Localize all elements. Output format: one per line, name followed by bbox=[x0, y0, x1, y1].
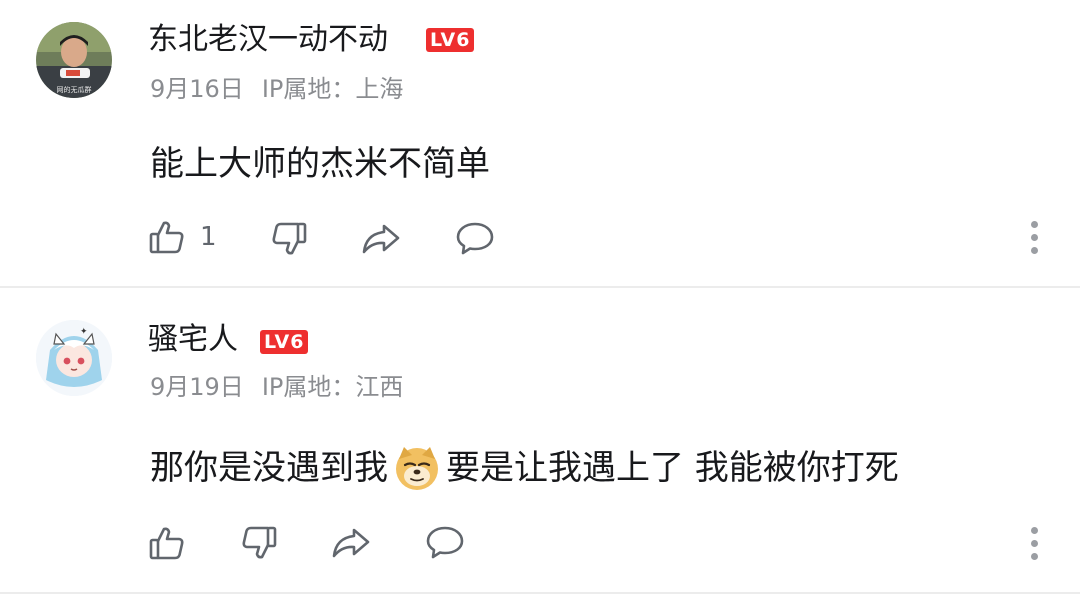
comment-meta: 9月16日 IP属地：上海 bbox=[150, 74, 421, 104]
comment-text: 能上大师的杰米不简单 bbox=[150, 144, 490, 184]
more-vertical-icon[interactable] bbox=[1028, 221, 1040, 261]
thumbs-up-icon bbox=[149, 527, 184, 560]
ip-location: IP属地：上海 bbox=[261, 75, 404, 103]
thumbs-down-icon bbox=[242, 526, 277, 559]
thumbs-up-icon bbox=[149, 221, 184, 254]
ip-location: IP属地：江西 bbox=[261, 373, 404, 401]
comment-date: 9月19日 bbox=[150, 373, 244, 401]
reply-button[interactable] bbox=[454, 220, 496, 260]
comment-item: ✦ 骚宅人 LV6 9月19日 IP属地：江西 那你是没遇到我 要是让我遇上了 我… bbox=[0, 300, 1080, 588]
svg-text:网的无瓜群: 网的无瓜群 bbox=[57, 85, 92, 94]
divider bbox=[0, 592, 1080, 594]
avatar[interactable]: ✦ bbox=[36, 320, 112, 396]
reply-button[interactable] bbox=[424, 524, 466, 564]
dislike-button[interactable] bbox=[240, 524, 278, 562]
thumbs-down-icon bbox=[272, 222, 307, 255]
svg-text:✦: ✦ bbox=[80, 327, 88, 337]
comment-item: 网的无瓜群 东北老汉一动不动 LV6 9月16日 IP属地：上海 能上大师的杰米不… bbox=[0, 0, 1080, 288]
doge-emoji bbox=[394, 445, 440, 491]
username[interactable]: 骚宅人 bbox=[148, 322, 238, 358]
share-button[interactable] bbox=[360, 220, 402, 258]
share-icon bbox=[362, 224, 400, 254]
comment-date: 9月16日 bbox=[150, 75, 244, 103]
like-button[interactable]: 1 bbox=[148, 218, 217, 256]
comment-bubble-icon bbox=[426, 526, 464, 559]
like-button[interactable] bbox=[148, 524, 186, 562]
divider bbox=[0, 286, 1080, 288]
level-badge: LV6 bbox=[426, 28, 475, 52]
comment-text: 那你是没遇到我 要是让我遇上了 我能被你打死 bbox=[150, 446, 899, 493]
avatar[interactable]: 网的无瓜群 bbox=[36, 22, 112, 98]
comment-text-part: 要是让我遇上了 我能被你打死 bbox=[446, 448, 899, 488]
level-badge: LV6 bbox=[260, 330, 309, 354]
dislike-button[interactable] bbox=[270, 220, 308, 258]
username[interactable]: 东北老汉一动不动 bbox=[148, 22, 388, 58]
share-icon bbox=[332, 528, 370, 558]
comment-meta: 9月19日 IP属地：江西 bbox=[150, 372, 421, 402]
like-count: 1 bbox=[200, 222, 217, 252]
share-button[interactable] bbox=[330, 524, 372, 562]
comment-bubble-icon bbox=[456, 222, 494, 255]
comment-text-part: 那你是没遇到我 bbox=[150, 448, 388, 488]
more-vertical-icon[interactable] bbox=[1028, 527, 1040, 567]
